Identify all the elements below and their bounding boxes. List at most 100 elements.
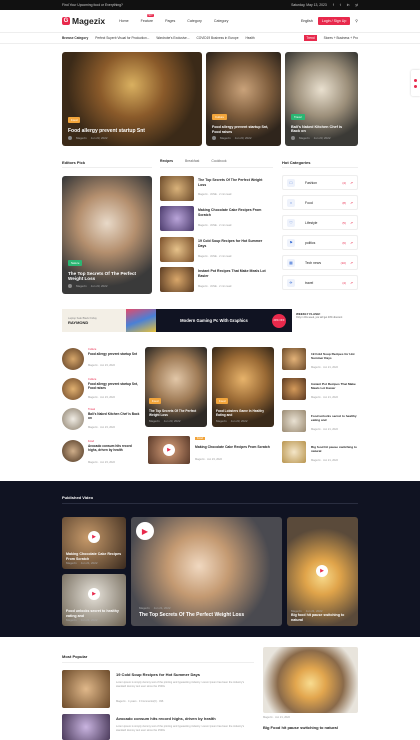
- video-card[interactable]: ▶ Making Chocolate Cake Recipes From Scr…: [62, 517, 126, 569]
- video-title[interactable]: Making Chocolate Cake Recipes From Scrat…: [66, 552, 122, 561]
- category-item[interactable]: ✈ travel (4) ↗: [282, 275, 358, 290]
- play-icon[interactable]: ▶: [88, 588, 100, 600]
- search-icon[interactable]: ⚲: [355, 19, 358, 23]
- card-title[interactable]: The Top Secrets Of The Perfect Weight Lo…: [149, 409, 203, 417]
- category-badge[interactable]: Nature: [68, 259, 83, 266]
- post-title[interactable]: 19 Cold Soup Recipes for Hot Summer Days: [116, 672, 254, 677]
- recipe-thumb[interactable]: [160, 237, 194, 262]
- login-button[interactable]: Login / Sign Up: [317, 17, 351, 25]
- video-title[interactable]: Big food hit pause switching to natural: [291, 613, 354, 622]
- video-card[interactable]: ▶ Magezix Jun 21, 2022 Big food hit pause …: [287, 517, 358, 626]
- nav-feature[interactable]: Feature HOT: [141, 14, 154, 23]
- hero-card[interactable]: Travel Bali's Naked Kitchen Chef is Back…: [285, 52, 358, 146]
- category-badge[interactable]: Food: [149, 398, 162, 404]
- share-float[interactable]: [411, 70, 420, 96]
- category-item[interactable]: □ Fashion (4) ↗: [282, 175, 358, 190]
- featured-title[interactable]: The Top Secrets Of The Perfect Weight Lo…: [68, 271, 146, 282]
- nav-category-2[interactable]: Category: [214, 19, 229, 23]
- ticker-item[interactable]: Wardrobe's Exclusive...: [156, 36, 189, 40]
- category-badge[interactable]: Food: [68, 116, 81, 123]
- hero-card[interactable]: Culture Food allergy prevent startup Snt…: [206, 52, 281, 146]
- recipe-title[interactable]: Making Chocolate Cake Recipes From Scrat…: [198, 208, 270, 217]
- ticker-item[interactable]: Health: [245, 36, 254, 40]
- facebook-icon[interactable]: f: [333, 3, 334, 7]
- language-select[interactable]: English: [301, 19, 313, 23]
- hero-title[interactable]: Food allergy prevent startup Snt, Food r…: [212, 125, 275, 134]
- recipe-thumb[interactable]: [160, 176, 194, 201]
- post-title[interactable]: Food unlocks secret to healthy eating an…: [311, 414, 358, 422]
- nav-home[interactable]: Home: [119, 19, 129, 23]
- card-title[interactable]: Food Lobsters Game In Healthy Eating and: [216, 409, 270, 417]
- tab-recipes[interactable]: Recipes: [160, 159, 173, 163]
- twitter-icon[interactable]: t: [340, 3, 341, 7]
- wide-card-image[interactable]: ▶: [148, 436, 190, 464]
- play-icon[interactable]: ▶: [163, 444, 175, 456]
- post-title[interactable]: Instant Pot Recipes That Make Meals Lot …: [311, 382, 358, 390]
- category-item[interactable]: ▦ Tech news (10) ↗: [282, 255, 358, 270]
- logo[interactable]: G Magezix: [62, 16, 105, 26]
- linkedin-icon[interactable]: in: [347, 3, 350, 7]
- category-item[interactable]: ♡ Lifestyle (5) ↗: [282, 215, 358, 230]
- video-main-card[interactable]: ▶ Magezix Jun 21, 2022 The Top Secrets Of …: [131, 517, 282, 626]
- hero-card[interactable]: Food Food allergy prevent startup Snt Ma…: [62, 52, 202, 146]
- post-title[interactable]: Avocado consum hits record highs, driven…: [116, 716, 254, 721]
- hero-title[interactable]: Bali's Naked Kitchen Chef is Back on: [291, 125, 352, 134]
- category-badge[interactable]: Culture: [212, 114, 228, 121]
- author[interactable]: Magezix: [76, 284, 87, 288]
- category-label[interactable]: Food: [88, 440, 94, 443]
- post-title[interactable]: 19 Cold Soup Recipes for Hot Summer Days: [311, 352, 358, 360]
- category-badge[interactable]: Travel: [291, 113, 305, 120]
- browse-category-button[interactable]: Browse Category: [62, 36, 88, 40]
- post-title[interactable]: Food allergy prevent startup Snt, Food r…: [88, 382, 140, 390]
- side-post-title[interactable]: Big Food hit pause switching to natural: [263, 725, 358, 730]
- video-title[interactable]: Food unlocks secret to healthy eating an…: [66, 609, 122, 618]
- video-title[interactable]: The Top Secrets Of The Perfect Weight Lo…: [139, 612, 278, 618]
- hero-title[interactable]: Food allergy prevent startup Snt: [68, 128, 196, 134]
- recipe-title[interactable]: Instant Pot Recipes That Make Meals Lot …: [198, 269, 270, 278]
- video-card[interactable]: ▶ Food unlocks secret to healthy eating …: [62, 574, 126, 626]
- trending-text[interactable]: Stores + Business + Pro: [324, 36, 358, 40]
- post-thumb[interactable]: [62, 714, 110, 740]
- author[interactable]: Magezix: [299, 136, 310, 140]
- post-thumb[interactable]: [282, 410, 306, 432]
- post-title[interactable]: Food allergy prevent startup Snt: [88, 352, 140, 356]
- play-icon[interactable]: ▶: [136, 522, 154, 540]
- category-item[interactable]: ○ Food (8) ↗: [282, 195, 358, 210]
- center-card[interactable]: Food The Top Secrets Of The Perfect Weig…: [145, 347, 207, 427]
- play-icon[interactable]: ▶: [88, 531, 100, 543]
- post-title[interactable]: Bali's Naked Kitchen Chef is Back on: [88, 412, 140, 420]
- category-badge[interactable]: Food: [195, 437, 205, 440]
- side-post-image[interactable]: [263, 647, 358, 713]
- recipe-thumb[interactable]: [160, 267, 194, 292]
- post-thumb[interactable]: [62, 348, 84, 370]
- editors-featured-card[interactable]: Nature The Top Secrets Of The Perfect We…: [62, 176, 152, 294]
- author[interactable]: Magezix: [220, 136, 231, 140]
- post-title[interactable]: Big food hit pause switching to natural: [311, 445, 358, 453]
- wide-card-title[interactable]: Making Chocolate Cake Recipes From Scrat…: [195, 445, 271, 449]
- author[interactable]: Magezix: [76, 136, 87, 140]
- ticker-item[interactable]: Perfect Superb Visual for Production...: [95, 36, 149, 40]
- post-thumb[interactable]: [282, 441, 306, 463]
- post-thumb[interactable]: [62, 408, 84, 430]
- category-badge[interactable]: Food: [216, 398, 229, 404]
- category-item[interactable]: ⚑ politics (6) ↗: [282, 235, 358, 250]
- nav-category[interactable]: Category: [187, 19, 202, 23]
- youtube-icon[interactable]: yt: [355, 3, 358, 7]
- recipe-thumb[interactable]: [160, 206, 194, 231]
- post-thumb[interactable]: [62, 378, 84, 400]
- post-thumb[interactable]: [62, 670, 110, 708]
- nav-pages[interactable]: Pages: [165, 19, 175, 23]
- category-label[interactable]: Culture: [88, 348, 96, 351]
- play-icon[interactable]: ▶: [316, 565, 328, 577]
- category-label[interactable]: Travel: [88, 408, 95, 411]
- recipe-title[interactable]: 19 Cold Soup Recipes for Hot Summer Days: [198, 239, 270, 248]
- recipe-title[interactable]: The Top Secrets Of The Perfect Weight Lo…: [198, 178, 270, 187]
- center-card[interactable]: Food Food Lobsters Game In Healthy Eatin…: [212, 347, 274, 427]
- post-thumb[interactable]: [282, 378, 306, 400]
- post-thumb[interactable]: [282, 348, 306, 370]
- tab-cookbook[interactable]: Cookbook: [211, 159, 226, 163]
- post-thumb[interactable]: [62, 440, 84, 462]
- post-title[interactable]: Avocado consum hits record highs, driven…: [88, 444, 140, 452]
- tab-breakfast[interactable]: Breakfast: [185, 159, 199, 163]
- category-label[interactable]: Culture: [88, 378, 96, 381]
